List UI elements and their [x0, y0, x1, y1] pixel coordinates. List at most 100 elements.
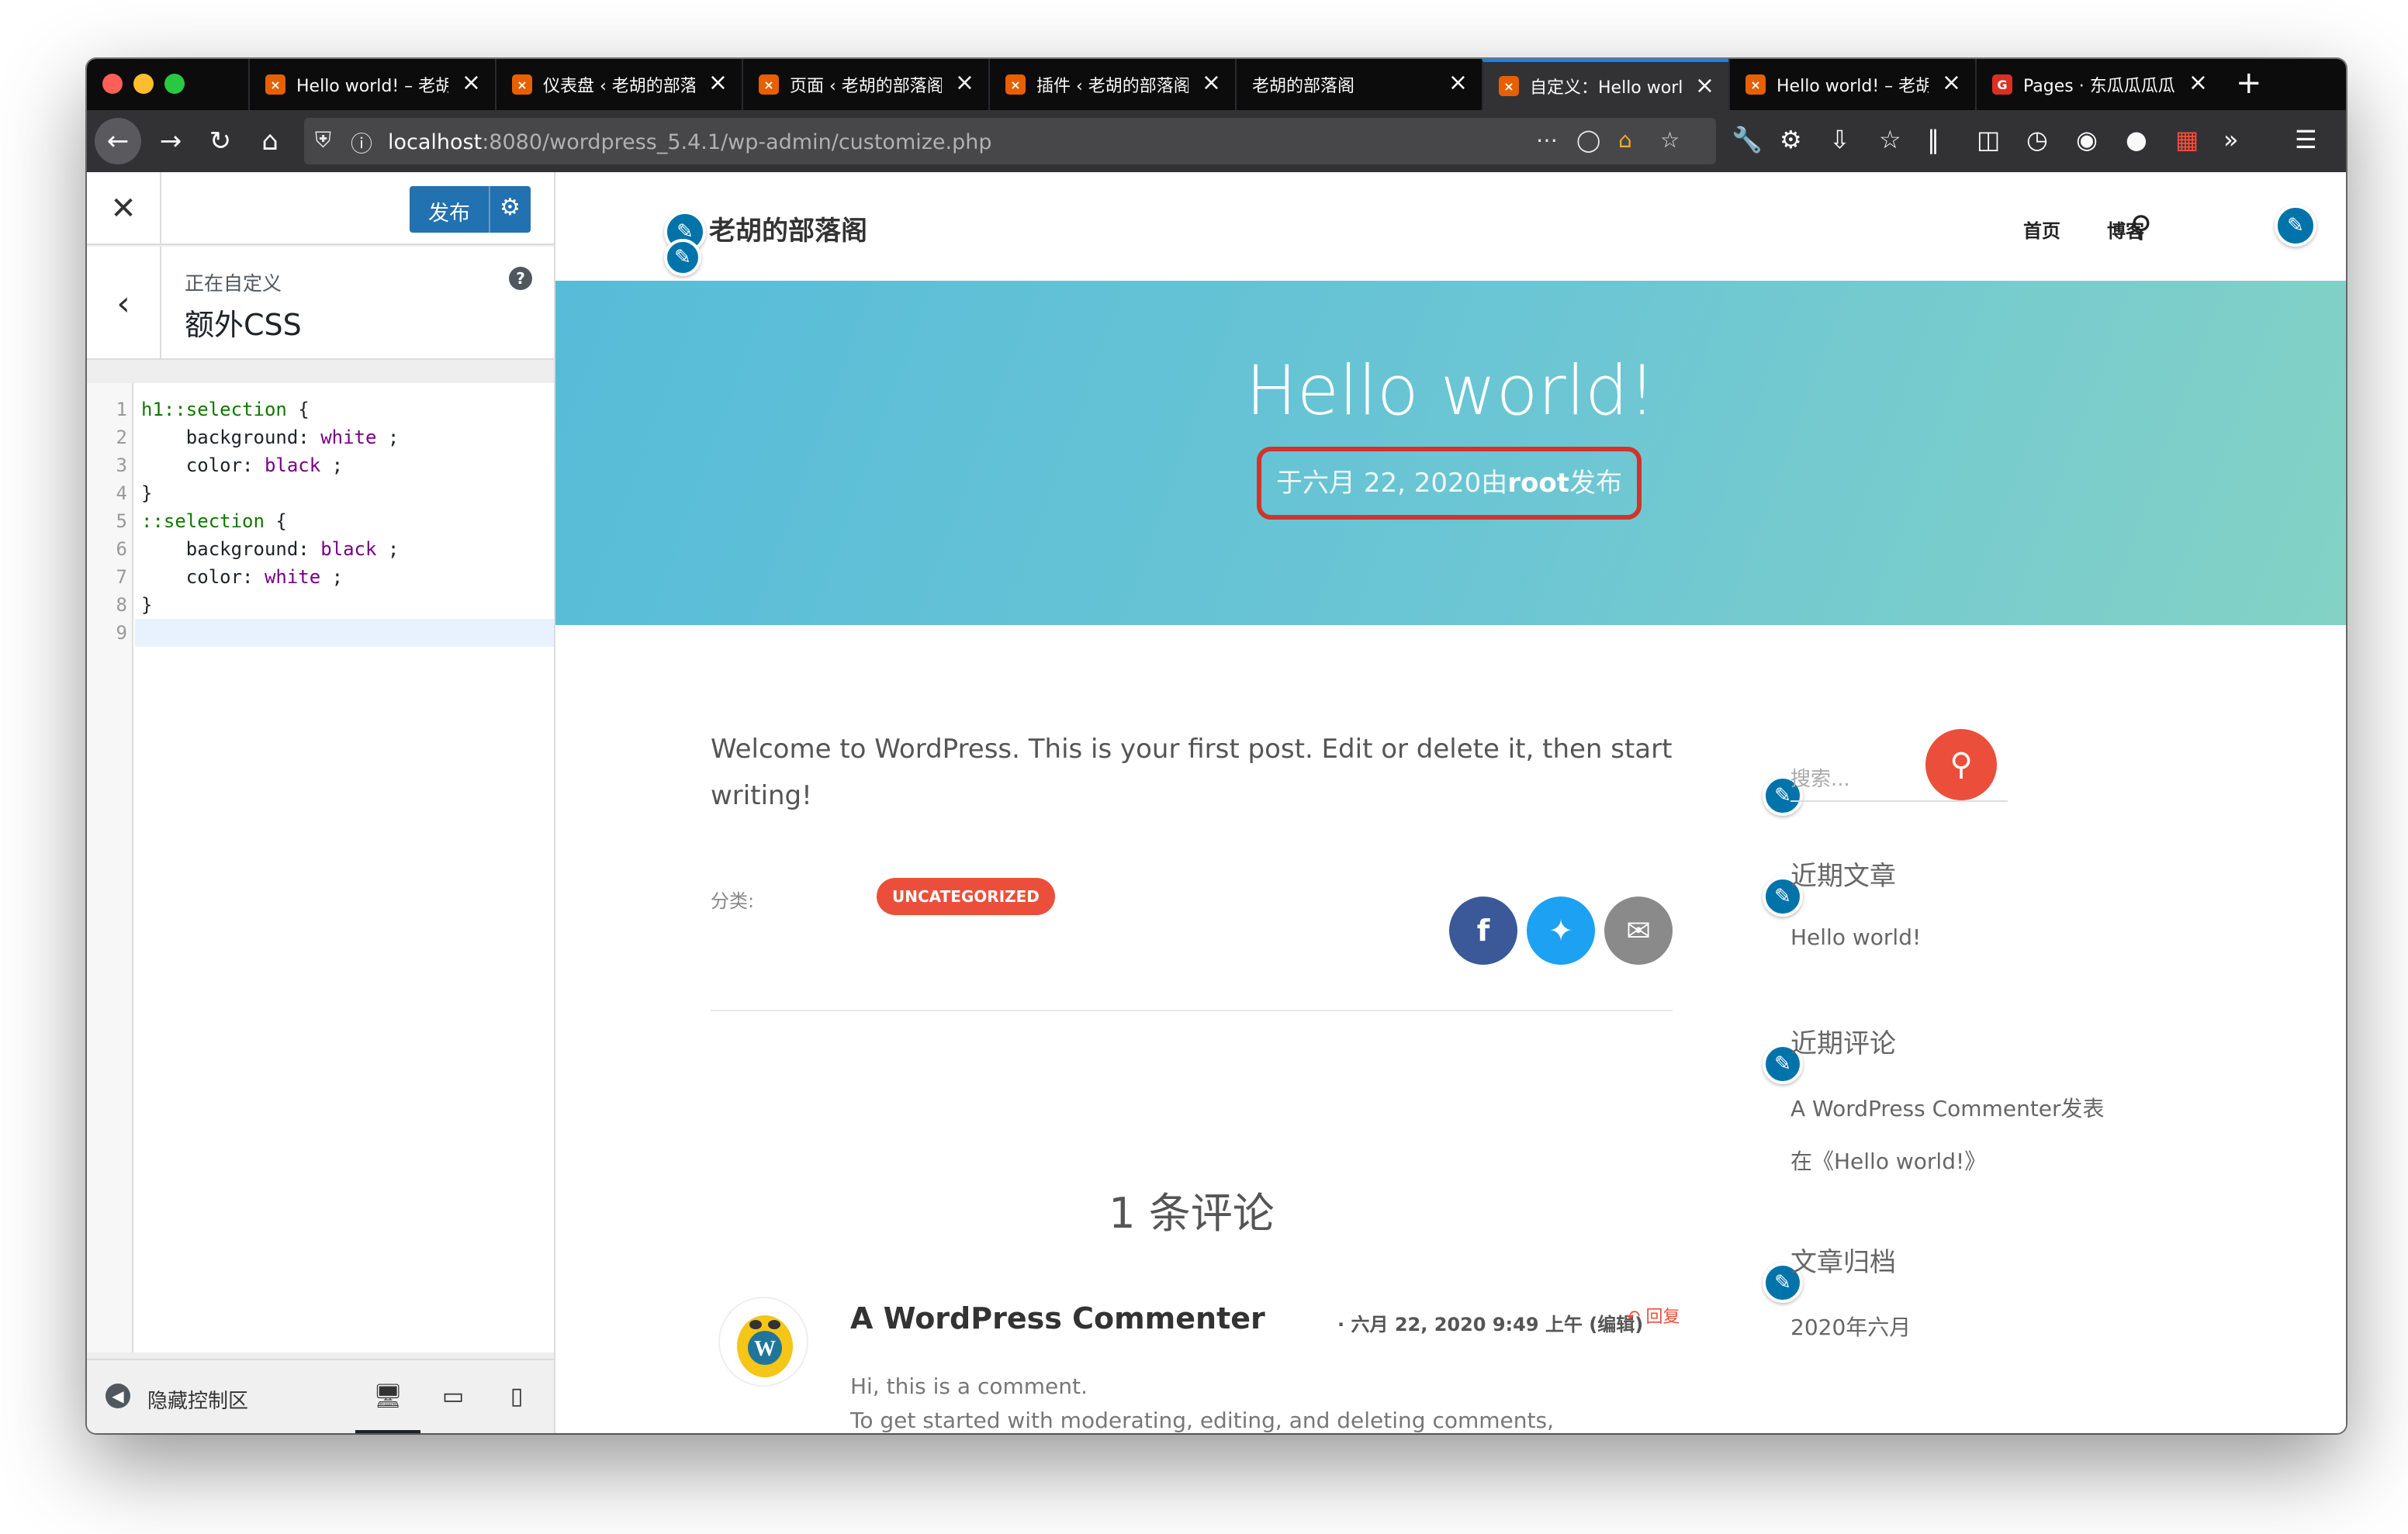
close-tab-icon[interactable]: ×	[2188, 71, 2208, 95]
browser-tab[interactable]: 老胡的部落阁 ×	[1235, 59, 1482, 110]
code-line[interactable]: 8}	[87, 591, 554, 619]
close-tab-icon[interactable]: ×	[955, 71, 974, 95]
minimize-window-button[interactable]	[133, 74, 154, 94]
close-tab-icon[interactable]: ×	[708, 71, 728, 95]
category-label: 分类:	[711, 890, 755, 912]
collapse-arrow-icon[interactable]: ◀	[106, 1384, 130, 1408]
hero-banner: Hello world! 于六月 22, 2020由root发布	[555, 281, 2346, 625]
library-icon[interactable]: ‖	[1927, 124, 1939, 155]
xampp-favicon-icon: ×	[1005, 74, 1026, 95]
post-body: Welcome to WordPress. This is your first…	[711, 734, 1673, 811]
forward-button[interactable]: →	[152, 126, 189, 157]
home-button[interactable]: ⌂	[251, 126, 289, 157]
browser-tab[interactable]: × 自定义：Hello worl ×	[1482, 59, 1728, 110]
comment-meta[interactable]: · 六月 22, 2020 9:49 上午 (编辑)	[1337, 1309, 1643, 1336]
home-extension-icon[interactable]: ⌂	[1618, 127, 1632, 153]
mobile-preview-icon[interactable]: ▯	[484, 1377, 549, 1433]
code-text: }	[141, 594, 153, 616]
hamburger-menu-icon[interactable]: ☰	[2295, 124, 2317, 155]
back-button[interactable]: ←	[95, 118, 141, 164]
new-tab-button[interactable]: +	[2236, 65, 2262, 101]
ghost-extension-icon[interactable]: ●	[2126, 124, 2147, 155]
publish-button[interactable]: 发布 ⚙	[410, 186, 531, 233]
css-code-editor[interactable]: 1 h1::selection {2 background: white ; 3 c…	[87, 383, 554, 1353]
customizer-panel: ✕ 发布 ⚙ ‹ 正在自定义 额外CSS ? 1 h1::selection {2…	[87, 172, 555, 1433]
browser-tab[interactable]: × 仪表盘 ‹ 老胡的部落 ×	[495, 59, 742, 110]
close-tab-icon[interactable]: ×	[1695, 74, 1714, 98]
browser-tab[interactable]: × Hello world! – 老胡 ×	[1728, 59, 1975, 110]
tab-title: 仪表盘 ‹ 老胡的部落	[543, 77, 695, 96]
help-icon[interactable]: ?	[509, 267, 532, 290]
xampp-favicon-icon: ×	[1499, 76, 1519, 96]
page-actions-icon[interactable]: ⋯	[1536, 127, 1558, 153]
desktop-preview-icon[interactable]: 🖥	[355, 1377, 420, 1433]
recent-comment-post[interactable]: 在《Hello world!》	[1790, 1145, 1986, 1176]
close-tab-icon[interactable]: ×	[1942, 71, 1961, 95]
facebook-share-icon[interactable]: f	[1449, 897, 1517, 965]
recent-comment-author[interactable]: A WordPress Commenter发表	[1790, 1092, 2105, 1123]
back-chevron-icon[interactable]: ‹	[87, 247, 161, 360]
recent-post-link[interactable]: Hello world!	[1790, 924, 1921, 950]
wrench-icon[interactable]: 🔧	[1732, 124, 1763, 155]
code-line[interactable]: 9	[87, 619, 554, 647]
tracking-shield-icon[interactable]: ⛨	[315, 127, 331, 154]
code-line[interactable]: 2 background: white ;	[87, 423, 554, 451]
reply-link[interactable]: ↶ 回复	[1626, 1303, 1680, 1328]
xampp-favicon-icon: ×	[265, 74, 285, 95]
downloads-icon[interactable]: ⇩	[1829, 124, 1850, 155]
code-line[interactable]: 3 color: black ;	[87, 451, 554, 479]
account-icon[interactable]: ◉	[2076, 124, 2098, 155]
twitter-share-icon[interactable]: ✦	[1527, 897, 1595, 965]
search-submit-button[interactable]: ⚲	[1925, 729, 1997, 800]
close-tab-icon[interactable]: ×	[462, 71, 481, 95]
browser-tab[interactable]: × Hello world! – 老胡 ×	[248, 59, 495, 110]
browser-tab[interactable]: × 插件 ‹ 老胡的部落阁 ×	[988, 59, 1235, 110]
commenter-name[interactable]: A WordPress Commenter	[850, 1301, 1265, 1335]
code-line[interactable]: 7 color: white ;	[87, 563, 554, 591]
bookmark-star-icon[interactable]: ☆	[1660, 127, 1680, 153]
category-badge[interactable]: UNCATEGORIZED	[877, 878, 1055, 915]
line-number: 9	[116, 622, 127, 644]
edit-title-pencil-icon[interactable]: ✎	[664, 239, 701, 276]
xampp-favicon-icon: ×	[759, 74, 779, 95]
browser-tab[interactable]: G Pages · 东瓜瓜瓜瓜 ×	[1975, 59, 2222, 110]
bookmark-toolbar-icon[interactable]: ☆	[1879, 124, 1901, 155]
code-line[interactable]: 6 background: black ;	[87, 535, 554, 563]
code-line[interactable]: 4}	[87, 479, 554, 507]
code-line[interactable]: 1 h1::selection {	[87, 396, 554, 423]
section-title: 额外CSS	[185, 308, 302, 342]
browser-tab[interactable]: × 页面 ‹ 老胡的部落阁 ×	[742, 59, 988, 110]
tablet-preview-icon[interactable]: ▭	[420, 1377, 486, 1433]
extensions-icon[interactable]: ⚙	[1780, 124, 1802, 155]
site-info-icon[interactable]: ⓘ	[351, 127, 372, 158]
code-line[interactable]: 5::selection {	[87, 507, 554, 535]
close-window-button[interactable]	[102, 74, 123, 94]
url-bar[interactable]: ⛨ ⓘ localhost:8080/wordpress_5.4.1/wp-ad…	[304, 118, 1716, 164]
email-share-icon[interactable]: ✉	[1604, 897, 1673, 965]
search-icon[interactable]: ⚲	[2130, 209, 2152, 244]
edit-menu-pencil-icon[interactable]: ✎	[2275, 205, 2316, 247]
reload-button[interactable]: ↻	[202, 126, 239, 157]
close-tab-icon[interactable]: ×	[1448, 71, 1468, 95]
xampp-favicon-icon: ×	[512, 74, 532, 95]
menu-item-home[interactable]: 首页	[2023, 216, 2060, 243]
navigation-toolbar: ← → ↻ ⌂ ⛨ ⓘ localhost:8080/wordpress_5.4…	[87, 110, 2346, 172]
archive-link[interactable]: 2020年六月	[1790, 1311, 1911, 1342]
publish-settings-gear-icon[interactable]: ⚙	[500, 194, 521, 221]
code-text: ::selection {	[141, 510, 287, 532]
overflow-menu-icon[interactable]: »	[2223, 124, 2239, 155]
site-title[interactable]: 老胡的部落阁	[709, 209, 867, 247]
translate-extension-icon[interactable]: ▦	[2175, 124, 2199, 155]
history-clock-icon[interactable]: ◷	[2026, 124, 2048, 155]
zoom-window-button[interactable]	[164, 74, 185, 94]
hide-controls-button[interactable]: 隐藏控制区	[147, 1385, 248, 1414]
url-text[interactable]: localhost:8080/wordpress_5.4.1/wp-admin/…	[388, 130, 992, 154]
line-number: 8	[116, 594, 127, 616]
tab-strip: × Hello world! – 老胡 × × 仪表盘 ‹ 老胡的部落 × × 页面 ‹ 老胡…	[87, 59, 2346, 110]
line-number: 5	[116, 510, 127, 532]
post-meta-highlighted: 于六月 22, 2020由root发布	[1257, 447, 1642, 520]
sidebar-icon[interactable]: ◫	[1977, 124, 2000, 155]
pocket-icon[interactable]: ◯	[1576, 127, 1600, 153]
close-customizer-button[interactable]: ✕	[87, 172, 161, 245]
close-tab-icon[interactable]: ×	[1202, 71, 1221, 95]
